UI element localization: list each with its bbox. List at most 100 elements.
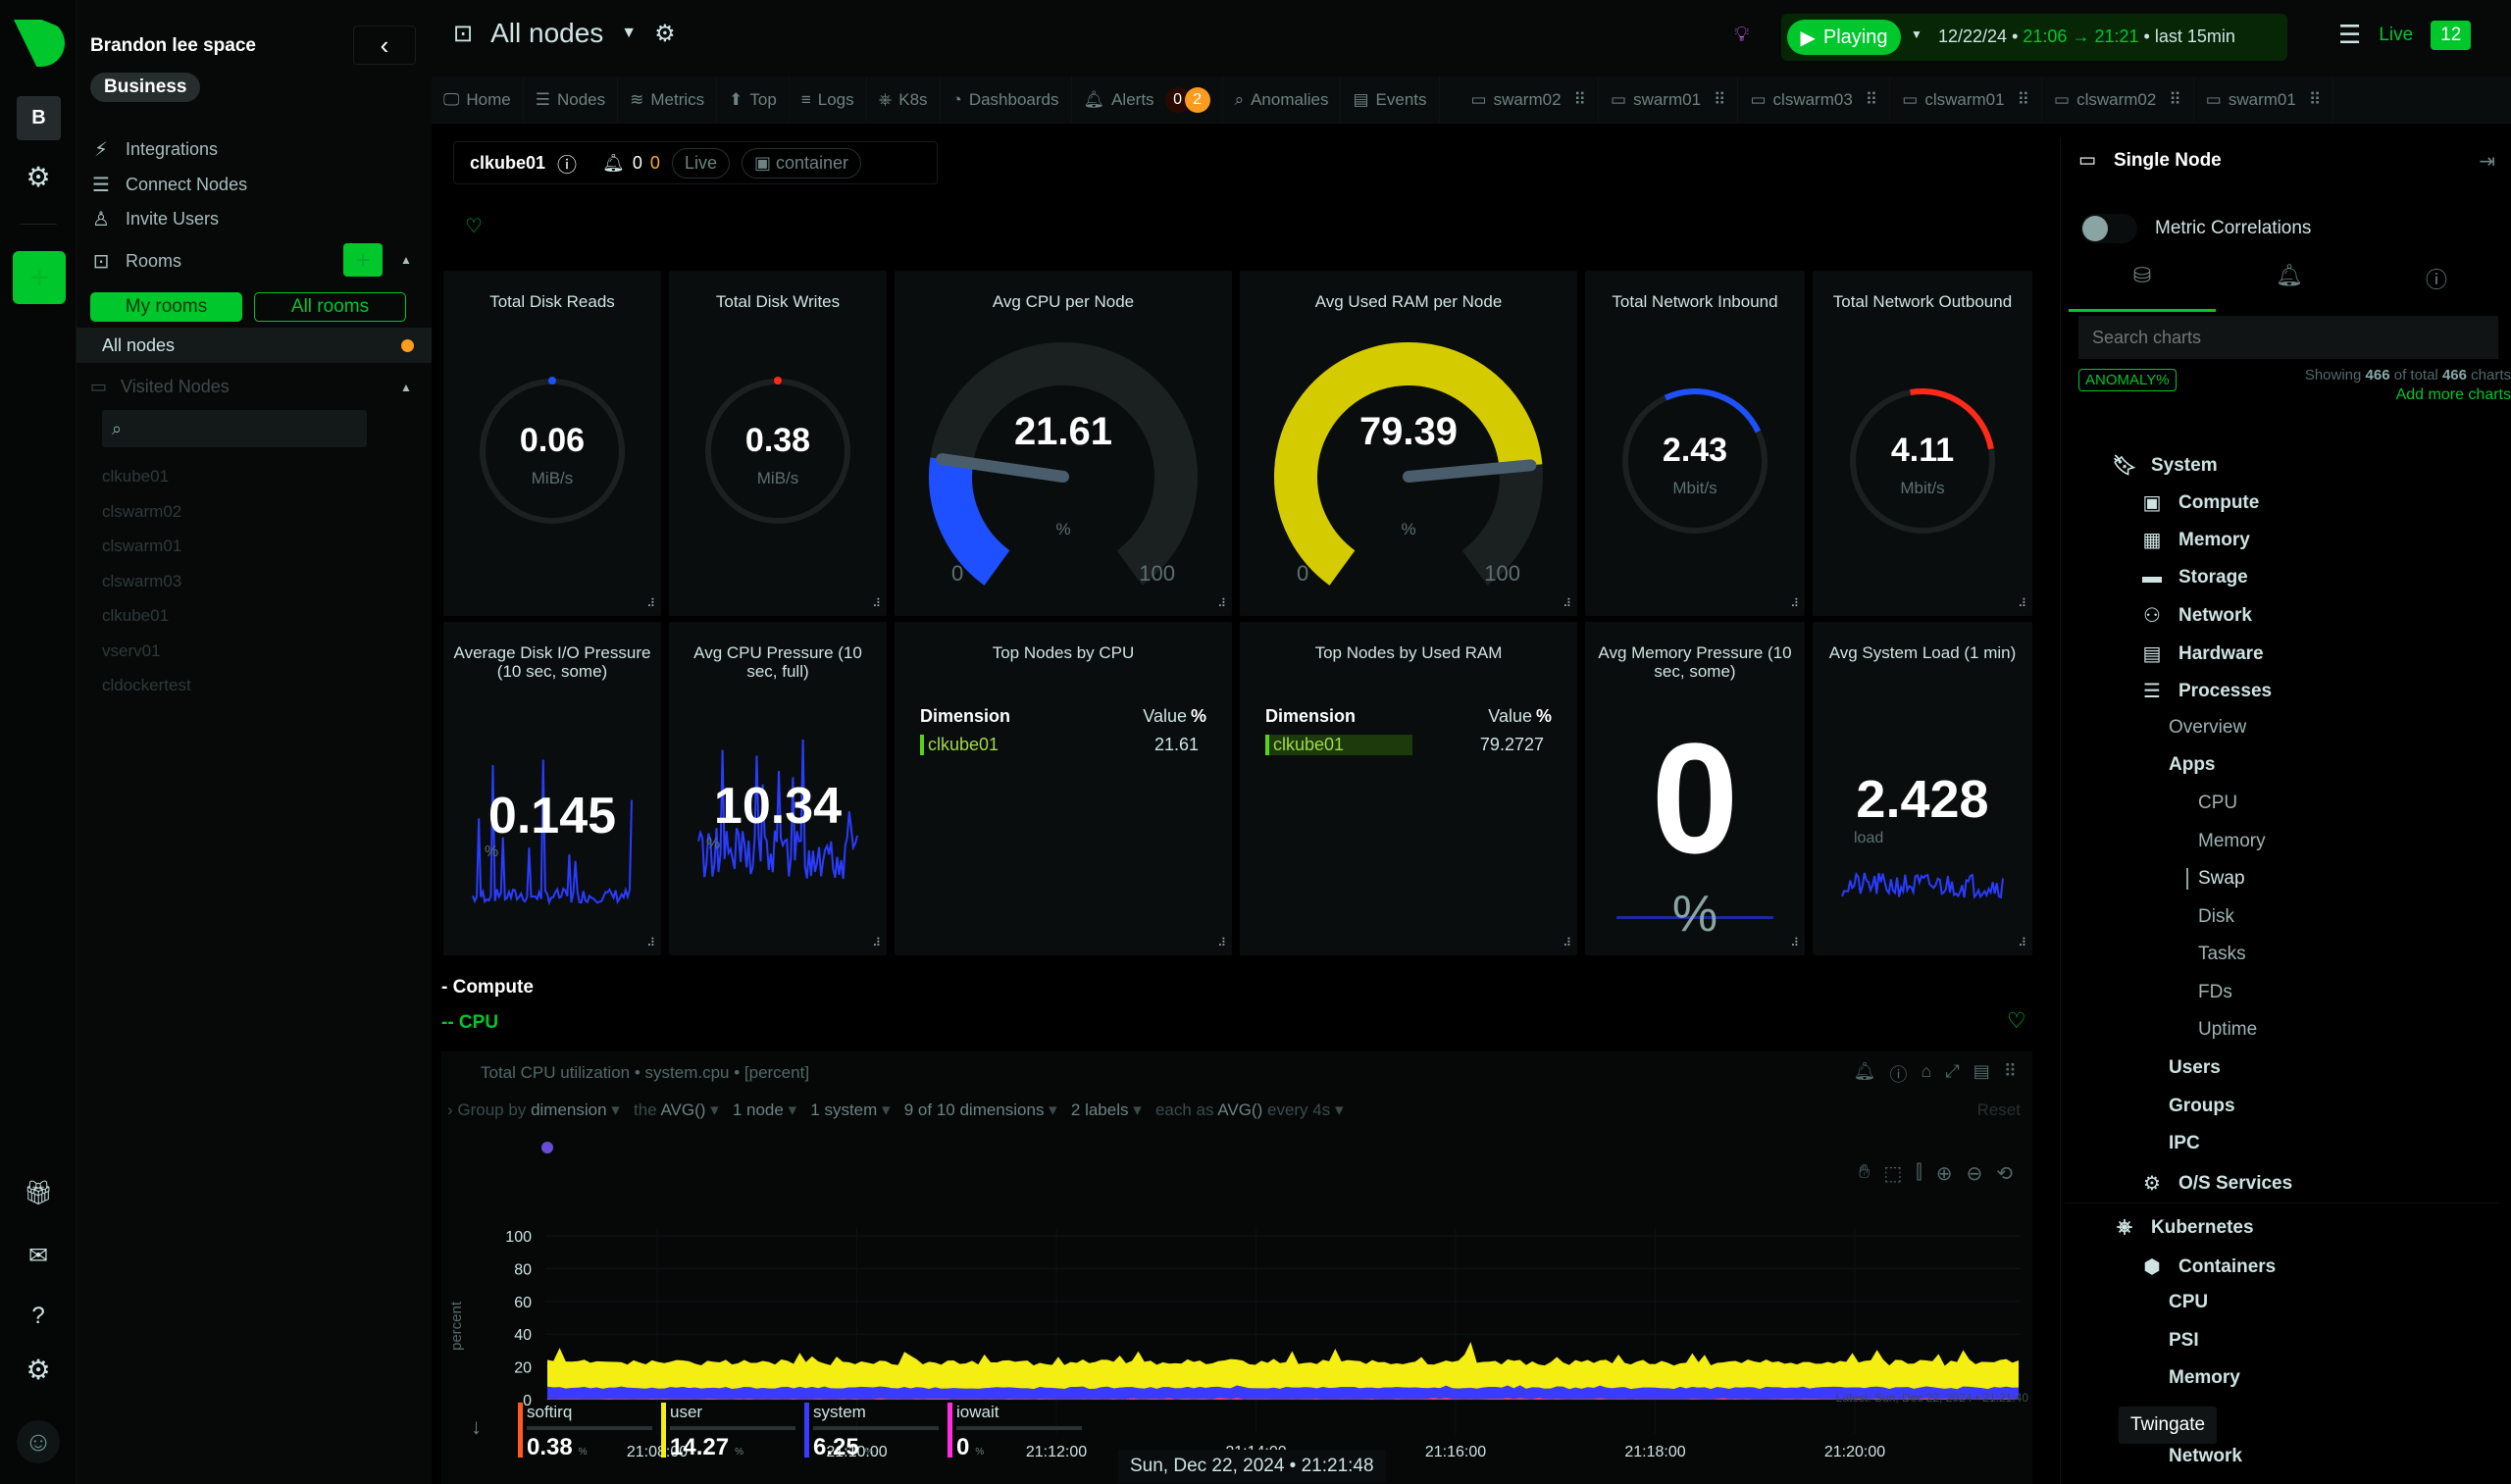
table-row[interactable]: clkube01 21.61 bbox=[920, 735, 1206, 755]
sidebar-item-invite-users[interactable]: ♙ Invite Users bbox=[90, 207, 219, 231]
settings-icon[interactable]: ⚙ bbox=[19, 157, 58, 196]
drag-handle-icon[interactable]: ⠿ bbox=[1714, 90, 1725, 110]
user-avatar-icon[interactable]: ☺ bbox=[17, 1420, 60, 1463]
visited-node-item[interactable]: vserv01 bbox=[102, 641, 161, 661]
info-icon[interactable]: ⓘ bbox=[1890, 1061, 1908, 1087]
news-icon[interactable]: ✉ bbox=[19, 1236, 58, 1275]
node-name[interactable]: clkube01 bbox=[470, 153, 545, 174]
visited-node-item[interactable]: clswarm02 bbox=[102, 502, 181, 522]
tab-alerts[interactable]: 🔔︎ bbox=[2216, 263, 2363, 312]
resize-handle-icon[interactable]: ⠼ bbox=[1563, 936, 1571, 949]
legend-item-softirq[interactable]: softirq 0.38% bbox=[518, 1403, 661, 1471]
toc-item-groups[interactable]: Groups bbox=[2169, 1096, 2235, 1117]
heart-icon[interactable]: ♡ bbox=[2007, 1008, 2026, 1034]
toc-item-hardware[interactable]: ▤ Hardware bbox=[2139, 641, 2264, 666]
drag-handle-icon[interactable]: ⠿ bbox=[2004, 1061, 2017, 1087]
node-tab[interactable]: ▭ swarm02 ⠿ bbox=[1460, 76, 1599, 124]
chevron-up-icon[interactable]: ▲ bbox=[400, 253, 412, 267]
toc-item-disk[interactable]: Disk bbox=[2198, 906, 2234, 928]
node-tab[interactable]: ▭ clswarm01 ⠿ bbox=[1890, 76, 2043, 124]
nodes-icon[interactable]: ☰ bbox=[2338, 20, 2361, 50]
visited-node-item[interactable]: clswarm01 bbox=[102, 537, 181, 556]
toc-item-fds[interactable]: FDs bbox=[2198, 982, 2232, 1003]
legend-item-user[interactable]: user 14.27% bbox=[661, 1403, 804, 1471]
tab-info[interactable]: ⓘ bbox=[2363, 263, 2510, 312]
visited-node-item[interactable]: cldockertest bbox=[102, 676, 191, 695]
group-by-bar[interactable]: › Group by dimension ▾ the AVG() ▾ 1 nod… bbox=[447, 1100, 1344, 1120]
tab-metrics[interactable]: ≋ Metrics bbox=[618, 76, 718, 124]
tab-home[interactable]: 🖵︎ Home bbox=[432, 76, 524, 124]
sidebar-item-integrations[interactable]: ⚡︎ Integrations bbox=[90, 137, 218, 162]
section-compute[interactable]: - Compute bbox=[441, 977, 534, 998]
table-row[interactable]: clkube01 79.2727 bbox=[1265, 735, 1552, 755]
drag-handle-icon[interactable]: ⠿ bbox=[1574, 90, 1586, 110]
toc-item-swap[interactable]: Swap bbox=[2186, 868, 2245, 890]
toc-item-memory[interactable]: Memory bbox=[2169, 1367, 2240, 1389]
gift-icon[interactable]: 🎁︎ bbox=[19, 1173, 58, 1212]
toc-item-containers[interactable]: ⬢ Containers bbox=[2139, 1254, 2276, 1279]
toc-item-cpu[interactable]: CPU bbox=[2198, 793, 2237, 814]
reset-button[interactable]: Reset bbox=[1977, 1100, 2021, 1120]
save-icon[interactable]: ▤ bbox=[1973, 1061, 1990, 1087]
visited-nodes-search[interactable]: ⌕ bbox=[102, 410, 367, 447]
tab-dashboards[interactable]: ◔ Dashboards bbox=[941, 76, 1072, 124]
tab-nodes[interactable]: ☰ Nodes bbox=[524, 76, 619, 124]
toc-item-psi[interactable]: PSI bbox=[2169, 1330, 2199, 1352]
arrow-down-icon[interactable]: ↓ bbox=[471, 1414, 482, 1440]
drag-handle-icon[interactable]: ⠿ bbox=[1866, 90, 1877, 110]
tab-logs[interactable]: ≡ Logs bbox=[790, 76, 867, 124]
info-icon[interactable]: ⓘ bbox=[557, 149, 577, 178]
alert-badges[interactable]: 02 bbox=[1164, 86, 1210, 113]
live-filter[interactable]: Live bbox=[671, 147, 730, 179]
add-space-button[interactable]: + bbox=[13, 251, 66, 304]
toc-item-tasks[interactable]: Tasks bbox=[2198, 944, 2246, 965]
visited-node-item[interactable]: clkube01 bbox=[102, 467, 169, 486]
chevron-down-icon[interactable]: ▼ bbox=[1911, 27, 1922, 41]
room-settings-icon[interactable]: ⚙ bbox=[654, 20, 676, 48]
all-rooms-tab[interactable]: All rooms bbox=[254, 292, 406, 322]
drag-handle-icon[interactable]: ⠿ bbox=[2018, 90, 2029, 110]
node-tab[interactable]: ▭ swarm01 ⠿ bbox=[2194, 76, 2334, 124]
help-icon[interactable]: ? bbox=[19, 1297, 58, 1336]
tab-charts[interactable]: ⛁ bbox=[2069, 263, 2216, 312]
search-charts-input[interactable] bbox=[2078, 316, 2498, 359]
toc-item-network[interactable]: ⚇ Network bbox=[2139, 603, 2252, 628]
playing-button[interactable]: ▶ Playing bbox=[1787, 20, 1901, 55]
dashboard-icon[interactable]: ⌂ bbox=[1922, 1061, 1932, 1087]
legend-item-system[interactable]: system 6.25% bbox=[804, 1403, 948, 1471]
resize-handle-icon[interactable]: ⠼ bbox=[1790, 936, 1799, 949]
resize-handle-icon[interactable]: ⠼ bbox=[1217, 936, 1226, 949]
drag-handle-icon[interactable]: ⠿ bbox=[2169, 90, 2180, 110]
toc-item-memory[interactable]: Memory bbox=[2198, 831, 2266, 852]
lightbulb-icon[interactable]: 💡︎ bbox=[1734, 22, 1749, 47]
tab-events[interactable]: ▤ Events bbox=[1341, 76, 1440, 124]
toc-item-storage[interactable]: ▬ Storage bbox=[2139, 566, 2248, 588]
resize-handle-icon[interactable]: ⠼ bbox=[1217, 596, 1226, 610]
resize-handle-icon[interactable]: ⠼ bbox=[1563, 596, 1571, 610]
toc-item-system[interactable]: 🔖︎ System bbox=[2112, 453, 2217, 478]
toc-item-processes[interactable]: ☰ Processes bbox=[2139, 679, 2272, 703]
collapse-sidebar-button[interactable]: ‹ bbox=[353, 26, 416, 65]
space-avatar[interactable]: B bbox=[17, 96, 61, 140]
bell-icon[interactable]: 🔔︎ bbox=[1854, 1061, 1876, 1087]
netdata-logo-icon[interactable] bbox=[14, 20, 65, 67]
toc-item-kubernetes[interactable]: ⎈ Kubernetes bbox=[2112, 1216, 2254, 1239]
resize-handle-icon[interactable]: ⠼ bbox=[2018, 936, 2026, 949]
resize-handle-icon[interactable]: ⠼ bbox=[872, 936, 881, 949]
resize-handle-icon[interactable]: ⠼ bbox=[872, 596, 881, 610]
resize-handle-icon[interactable]: ⠼ bbox=[646, 936, 655, 949]
toc-item-ipc[interactable]: IPC bbox=[2169, 1133, 2200, 1154]
node-alerts[interactable]: 🔔︎ 0 0 bbox=[602, 153, 660, 174]
room-title[interactable]: All nodes bbox=[490, 18, 603, 49]
resize-handle-icon[interactable]: ⠼ bbox=[2018, 596, 2026, 610]
sidebar-item-rooms[interactable]: ⊡ Rooms bbox=[90, 249, 181, 274]
my-rooms-tab[interactable]: My rooms bbox=[90, 292, 242, 322]
chevron-up-icon[interactable]: ▲ bbox=[400, 381, 412, 394]
visited-nodes-header[interactable]: ▭ Visited Nodes bbox=[90, 377, 230, 397]
fullscreen-icon[interactable]: ⤢ bbox=[1945, 1061, 1959, 1087]
resize-handle-icon[interactable]: ⠼ bbox=[1790, 596, 1799, 610]
time-range[interactable]: 12/22/24 • 21:06 → 21:21 • last 15min bbox=[1938, 26, 2235, 47]
anomaly-button[interactable]: ANOMALY% bbox=[2078, 369, 2177, 391]
chevron-down-icon[interactable]: ▼ bbox=[621, 25, 637, 42]
toc-item-overview[interactable]: Overview bbox=[2169, 717, 2246, 739]
